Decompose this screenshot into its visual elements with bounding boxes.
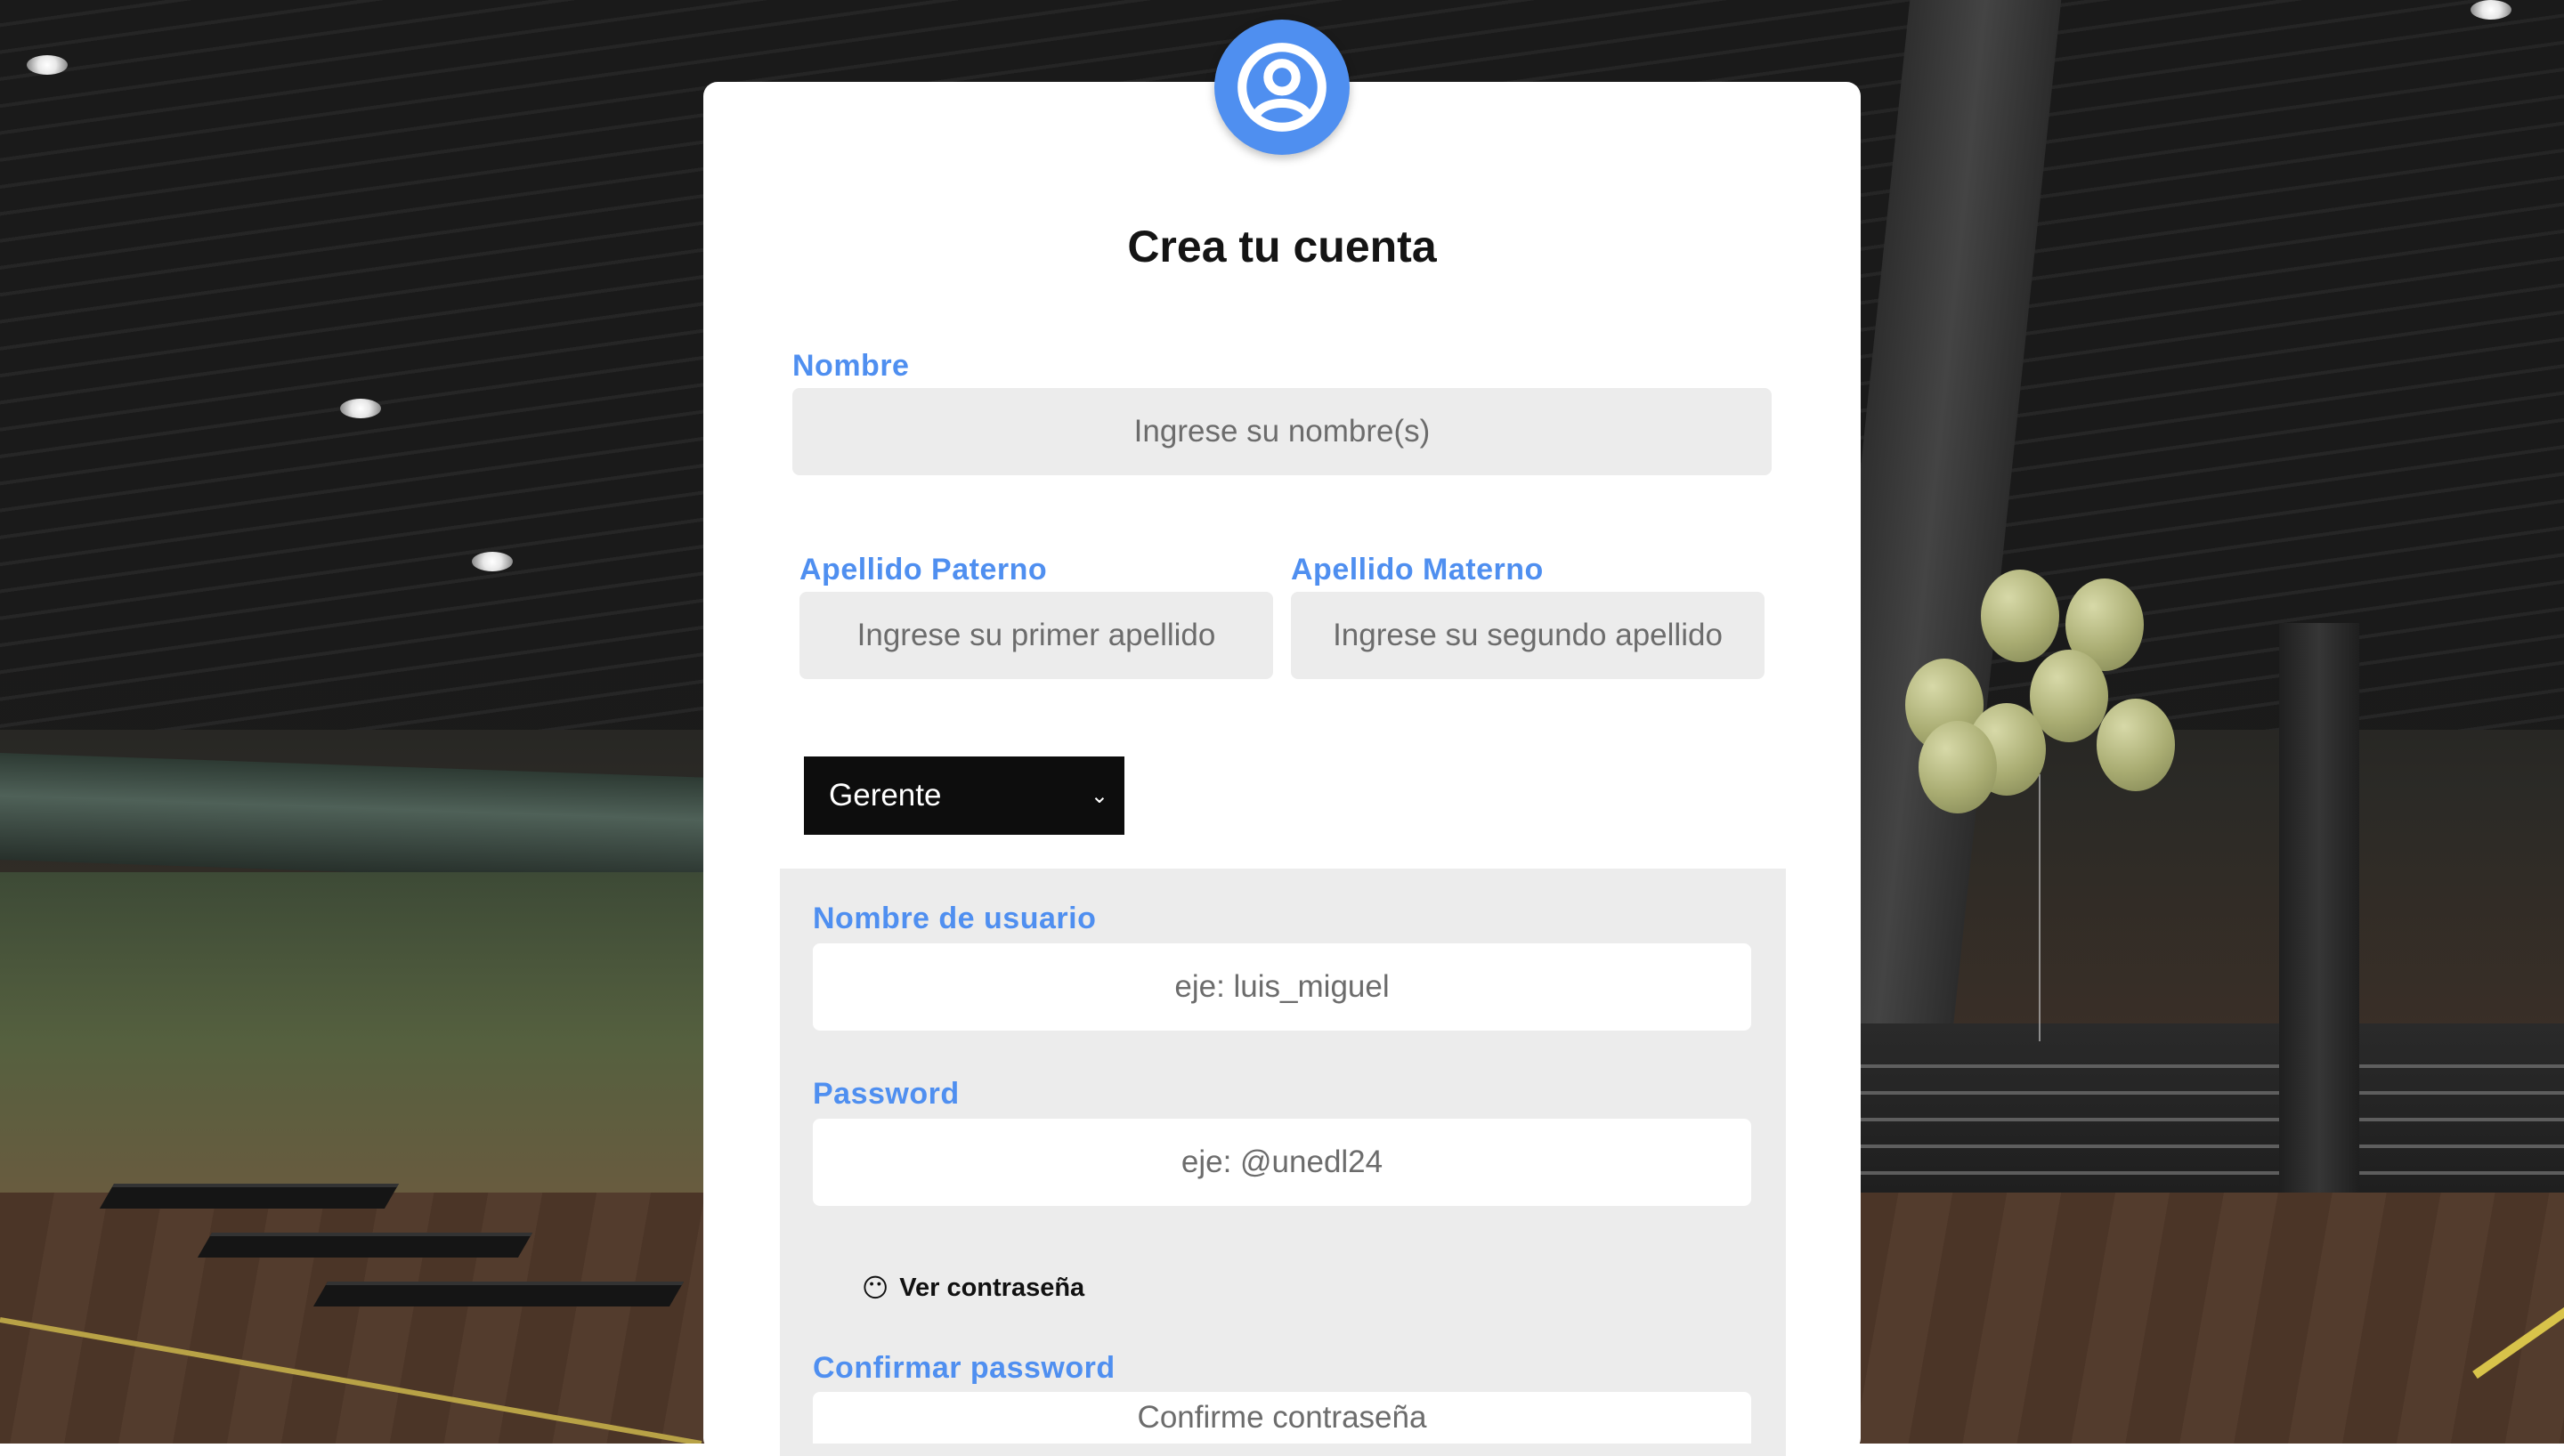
confirm-password-input[interactable] (813, 1392, 1751, 1444)
role-select[interactable]: Gerente ⌄ (804, 756, 1124, 835)
apellido-paterno-input[interactable] (799, 592, 1273, 679)
password-input[interactable] (813, 1119, 1751, 1206)
wall-duct (0, 753, 712, 885)
balloon (2097, 699, 2175, 791)
face-icon: 😶 (862, 1274, 889, 1303)
ceiling-lamp (340, 399, 381, 418)
page-title: Crea tu cuenta (1127, 222, 1437, 271)
gym-wall (0, 872, 712, 1210)
apellido-materno-input[interactable] (1291, 592, 1765, 679)
ceiling-lamp (2471, 0, 2511, 20)
balloon (1981, 570, 2059, 662)
username-input[interactable] (813, 943, 1751, 1031)
apellido-paterno-label: Apellido Paterno (799, 553, 1048, 586)
password-label: Password (813, 1077, 960, 1111)
username-label: Nombre de usuario (813, 902, 1097, 935)
show-password-toggle[interactable]: 😶 Ver contraseña (862, 1273, 1084, 1304)
treadmill (99, 1184, 400, 1209)
treadmill (312, 1282, 685, 1306)
treadmill (197, 1233, 533, 1258)
confirm-password-label: Confirmar password (813, 1351, 1116, 1385)
ceiling-lamp (472, 552, 513, 571)
user-circle-icon (1214, 20, 1350, 155)
role-select-value: Gerente (829, 778, 942, 813)
chevron-down-icon: ⌄ (1090, 783, 1108, 808)
nombre-label: Nombre (792, 349, 910, 383)
balloon-strings (2039, 774, 2041, 1041)
show-password-label: Ver contraseña (899, 1274, 1085, 1302)
ceiling-lamp (27, 55, 68, 75)
apellido-materno-label: Apellido Materno (1291, 553, 1544, 586)
nombre-input[interactable] (792, 388, 1772, 475)
balloon (1919, 721, 1997, 813)
